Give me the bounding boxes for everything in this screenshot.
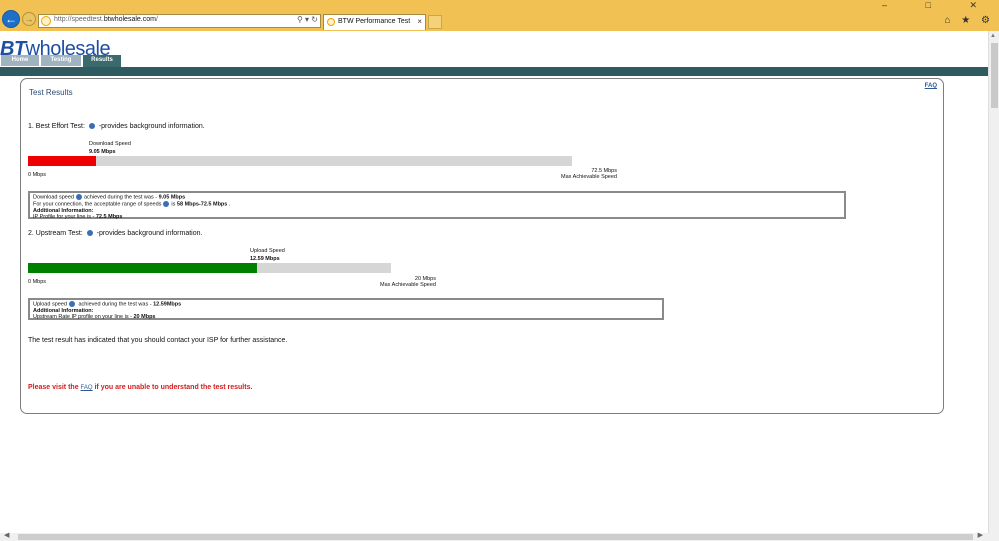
- upload-max-label: 20 Mbps Max Achievable Speed: [380, 276, 436, 288]
- forward-button[interactable]: →: [22, 12, 36, 26]
- nav-tab-results[interactable]: Results: [83, 55, 121, 67]
- vertical-scroll-thumb[interactable]: [991, 43, 998, 108]
- info-icon[interactable]: [75, 194, 82, 200]
- results-panel: FAQ Test Results 1. Best Effort Test: -p…: [20, 78, 944, 414]
- scroll-right-icon[interactable]: ▶: [978, 531, 983, 539]
- result-message: The test result has indicated that you s…: [28, 337, 288, 344]
- header-bar: [0, 67, 988, 76]
- download-section-title: 1. Best Effort Test: -provides backgroun…: [28, 123, 205, 130]
- upload-bar-track: [28, 263, 391, 273]
- upload-speed-label: Upload Speed 12.59 Mbps: [250, 248, 285, 262]
- back-button[interactable]: ←: [2, 10, 20, 28]
- horizontal-scroll-thumb[interactable]: [18, 534, 973, 540]
- info-icon[interactable]: [68, 301, 75, 307]
- tab-favicon-icon: [327, 18, 335, 26]
- upload-min-label: 0 Mbps: [28, 279, 47, 285]
- upload-section-title: 2. Upstream Test: -provides background i…: [28, 230, 203, 237]
- nav-tab-home[interactable]: Home: [1, 55, 39, 66]
- page-icon: [41, 16, 51, 26]
- upload-info-box: Upload speed achieved during the test wa…: [28, 298, 664, 320]
- search-refresh-icons[interactable]: ⚲ ▾ ↻: [297, 15, 318, 24]
- page-content: BTwholesale Home Testing Results FAQ Tes…: [0, 31, 988, 533]
- address-url[interactable]: http://speedtest.btwholesale.com/: [54, 16, 158, 23]
- info-icon[interactable]: [163, 200, 170, 207]
- download-max-label: 72.5 Mbps Max Achievable Speed: [561, 168, 617, 180]
- home-favorites-settings-icons[interactable]: ⌂ ★ ⚙: [944, 15, 994, 26]
- window-controls[interactable]: – □ ✕: [882, 0, 995, 11]
- vertical-scrollbar[interactable]: ▲: [988, 31, 999, 533]
- new-tab-button[interactable]: [428, 15, 442, 29]
- faq-inline-link[interactable]: FAQ: [81, 385, 93, 391]
- tab-close-icon[interactable]: ×: [417, 17, 422, 26]
- download-speed-label: Download Speed 9.05 Mbps: [89, 141, 131, 155]
- faq-visit-message: Please visit the FAQ if you are unable t…: [28, 384, 253, 391]
- panel-title: Test Results: [29, 88, 73, 97]
- info-icon[interactable]: [88, 123, 95, 130]
- download-min-label: 0 Mbps: [28, 172, 47, 178]
- download-info-box: Download speed achieved during the test w…: [28, 191, 846, 220]
- download-bar-track: [28, 156, 572, 166]
- scroll-up-icon[interactable]: ▲: [990, 33, 996, 39]
- browser-toolbar: ← → http://speedtest.btwholesale.com/ ⚲ …: [0, 0, 999, 31]
- browser-tab[interactable]: BTW Performance Test ×: [323, 14, 426, 30]
- nav-tab-testing[interactable]: Testing: [41, 55, 81, 66]
- address-bar[interactable]: http://speedtest.btwholesale.com/ ⚲ ▾ ↻: [38, 14, 321, 28]
- upload-bar-fill: [28, 263, 257, 273]
- scroll-left-icon[interactable]: ◀: [4, 531, 9, 539]
- download-bar-fill: [28, 156, 96, 166]
- info-icon[interactable]: [86, 230, 93, 237]
- horizontal-scrollbar[interactable]: ◀ ▶: [0, 531, 999, 541]
- tab-title: BTW Performance Test: [338, 18, 411, 25]
- faq-link[interactable]: FAQ: [925, 83, 937, 89]
